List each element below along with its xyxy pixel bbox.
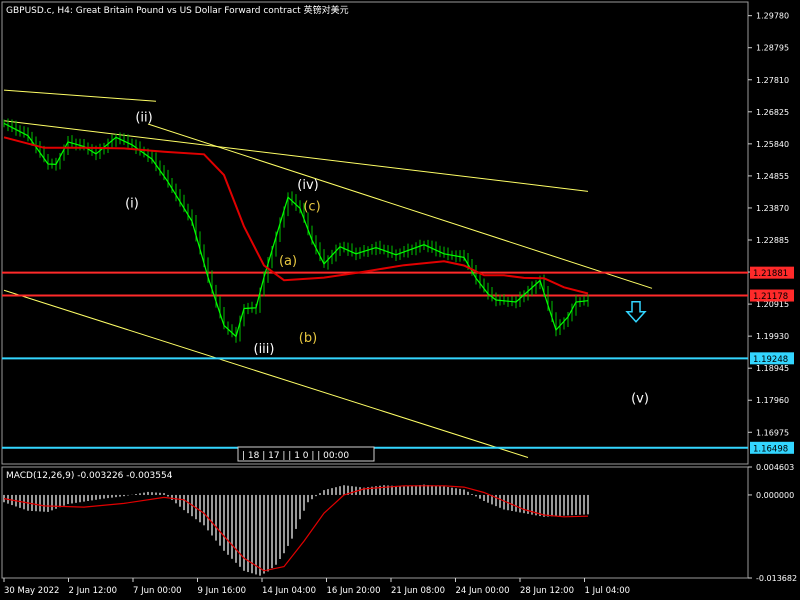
time-tick-label: 2 Jun 12:00	[69, 586, 118, 596]
time-tick-label: 1 Jul 04:00	[585, 586, 631, 596]
price-tick-label: 1.28795	[756, 44, 789, 53]
time-tick-label: 9 Jun 16:00	[198, 586, 247, 596]
time-tick-label: 7 Jun 00:00	[133, 586, 182, 596]
level-tag-1: 1.21881	[753, 269, 788, 279]
chart-background	[0, 0, 800, 600]
price-tick-label: 1.29780	[756, 12, 789, 21]
wave-label: (v)	[631, 391, 649, 406]
macd-tick-label: -0.013682	[756, 574, 797, 583]
price-tick-label: 1.22885	[756, 236, 789, 245]
wave-label: (iii)	[254, 342, 275, 357]
level-tag-4: 1.16498	[753, 444, 788, 454]
level-tag-3: 1.19248	[753, 355, 788, 365]
price-tick-label: 1.23870	[756, 204, 789, 213]
chart-title: GBPUSD.c, H4: Great Britain Pound vs US …	[6, 4, 349, 16]
price-tick-label: 1.17960	[756, 396, 789, 405]
time-tick-label: 14 Jun 04:00	[262, 586, 316, 596]
wave-label: (i)	[125, 197, 139, 212]
wave-label: (ii)	[135, 111, 152, 126]
wave-label: (b)	[299, 331, 317, 346]
price-tick-label: 1.18945	[756, 364, 789, 373]
macd-title: MACD(12,26,9) -0.003226 -0.003554	[6, 471, 173, 481]
price-tick-label: 1.19930	[756, 332, 789, 341]
time-tick-label: 30 May 2022	[4, 586, 59, 596]
price-tick-label: 1.25840	[756, 140, 789, 149]
wave-label: (iv)	[297, 178, 318, 193]
time-tick-label: 16 Jun 20:00	[327, 586, 381, 596]
price-tick-label: 1.16975	[756, 428, 789, 437]
period-separator-text: | 18 | 17 | | 1 0 | | 00:00	[242, 451, 349, 461]
wave-label: (a)	[279, 254, 297, 269]
level-tag-2: 1.21178	[753, 292, 788, 302]
time-tick-label: 21 Jun 08:00	[391, 586, 445, 596]
time-tick-label: 24 Jun 00:00	[456, 586, 510, 596]
trading-chart[interactable]: (ii) (i) (iv) (c) (a) (iii) (b) (v) 1.29780 1.28…	[0, 0, 800, 600]
wave-label: (c)	[303, 200, 320, 215]
price-tick-label: 1.24855	[756, 172, 789, 181]
time-tick-label: 28 Jun 12:00	[520, 586, 574, 596]
macd-tick-label: 0.004603	[756, 463, 794, 472]
price-tick-label: 1.26825	[756, 108, 789, 117]
macd-tick-label: 0.000000	[756, 491, 794, 500]
price-tick-label: 1.27810	[756, 76, 789, 85]
